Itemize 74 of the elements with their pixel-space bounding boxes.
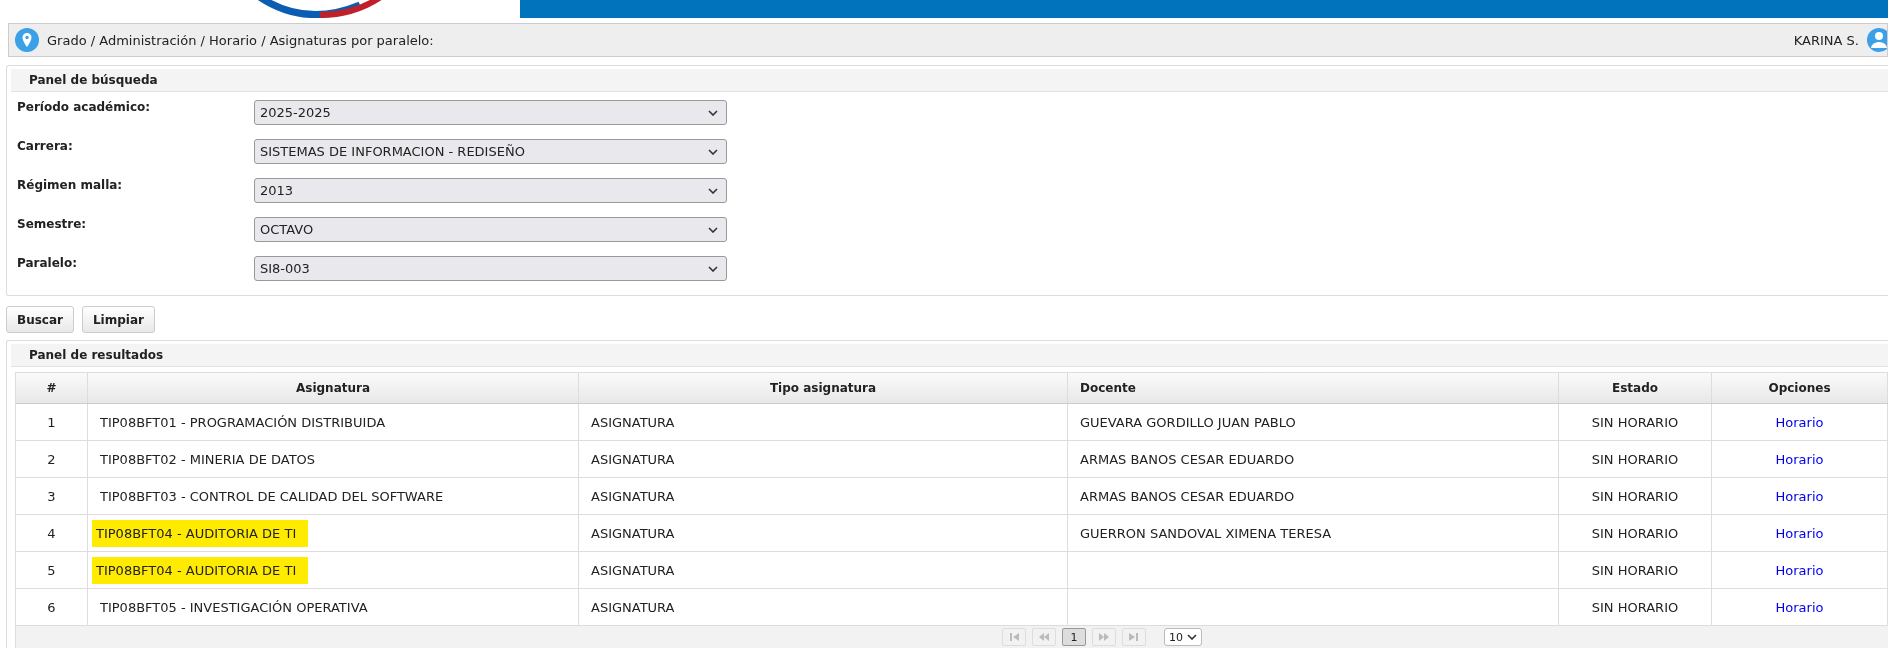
page-button[interactable]: 1 bbox=[1062, 628, 1086, 646]
breadcrumb: Grado / Administración / Horario / Asignaturas por paralelo: bbox=[47, 32, 435, 48]
table-cell: 2 bbox=[16, 441, 88, 477]
table-cell: ARMAS BANOS CESAR EDUARDO bbox=[1068, 441, 1559, 477]
panel-title: Panel de búsqueda bbox=[11, 69, 1888, 92]
table-cell: ASIGNATURA bbox=[579, 404, 1068, 440]
field-label: Carrera: bbox=[16, 139, 74, 153]
first-page-icon bbox=[1009, 633, 1019, 641]
table-cell: SIN HORARIO bbox=[1559, 552, 1712, 588]
schedule-link[interactable]: Horario bbox=[1775, 414, 1824, 430]
table-cell: SIN HORARIO bbox=[1559, 515, 1712, 551]
column-header: Estado bbox=[1559, 373, 1712, 403]
schedule-link[interactable]: Horario bbox=[1775, 451, 1824, 467]
field-label: Semestre: bbox=[16, 217, 88, 231]
table-cell: 3 bbox=[16, 478, 88, 514]
last-page-icon bbox=[1129, 633, 1139, 641]
first-page-button[interactable] bbox=[1002, 628, 1026, 646]
table-cell: ASIGNATURA bbox=[579, 478, 1068, 514]
dropdown-field[interactable]: 2025-2025 bbox=[254, 100, 727, 125]
course-name: TIP08BFT02 - MINERIA DE DATOS bbox=[100, 451, 316, 467]
highlighted-text: TIP08BFT04 - AUDITORIA DE TI bbox=[92, 519, 309, 547]
location-pin-icon bbox=[15, 28, 39, 52]
action-button[interactable]: Buscar bbox=[6, 306, 74, 333]
table-cell: ARMAS BANOS CESAR EDUARDO bbox=[1068, 478, 1559, 514]
chevron-down-icon bbox=[1187, 634, 1197, 640]
action-button[interactable]: Limpiar bbox=[81, 306, 155, 333]
chevron-down-icon bbox=[708, 148, 718, 155]
table-cell: ASIGNATURA bbox=[579, 441, 1068, 477]
schedule-link[interactable]: Horario bbox=[1775, 562, 1824, 578]
field-label: Régimen malla: bbox=[16, 178, 124, 192]
chevron-down-icon bbox=[708, 226, 718, 233]
table-cell: ASIGNATURA bbox=[579, 552, 1068, 588]
table-cell: ASIGNATURA bbox=[579, 515, 1068, 551]
dropdown-field[interactable]: SISTEMAS DE INFORMACION - REDISEÑO bbox=[254, 139, 727, 164]
schedule-link[interactable]: Horario bbox=[1775, 599, 1824, 615]
table-cell: 4 bbox=[16, 515, 88, 551]
course-name: TIP08BFT03 - CONTROL DE CALIDAD DEL SOFTWARE bbox=[100, 488, 444, 504]
chevron-down-icon bbox=[708, 265, 718, 272]
user-name: KARINA S. bbox=[1793, 32, 1859, 48]
page-size-select[interactable]: 10 bbox=[1164, 628, 1202, 646]
table-cell: GUEVARA GORDILLO JUAN PABLO bbox=[1068, 404, 1559, 440]
column-header: # bbox=[16, 373, 88, 403]
table-cell: SIN HORARIO bbox=[1559, 404, 1712, 440]
table-cell: 5 bbox=[16, 552, 88, 588]
column-header: Docente bbox=[1068, 373, 1559, 403]
table-cell: GUERRON SANDOVAL XIMENA TERESA bbox=[1068, 515, 1559, 551]
dropdown-field[interactable]: 2013 bbox=[254, 178, 727, 203]
table-cell: SIN HORARIO bbox=[1559, 478, 1712, 514]
previous-page-icon bbox=[1039, 633, 1049, 641]
next-page-icon bbox=[1099, 633, 1109, 641]
table-cell: 1 bbox=[16, 404, 88, 440]
course-name: TIP08BFT01 - PROGRAMACIÓN DISTRIBUIDA bbox=[100, 414, 386, 430]
chevron-down-icon bbox=[708, 187, 718, 194]
schedule-link[interactable]: Horario bbox=[1775, 488, 1824, 504]
chevron-down-icon bbox=[708, 109, 718, 116]
dropdown-field[interactable]: SI8-003 bbox=[254, 256, 727, 281]
field-label: Período académico: bbox=[16, 100, 152, 114]
schedule-link[interactable]: Horario bbox=[1775, 525, 1824, 541]
panel-title: Panel de resultados bbox=[11, 344, 1888, 367]
previous-page-button[interactable] bbox=[1032, 628, 1056, 646]
user-avatar-icon[interactable] bbox=[1867, 28, 1887, 52]
field-label: Paralelo: bbox=[16, 256, 78, 270]
table-cell: 6 bbox=[16, 589, 88, 625]
last-page-button[interactable] bbox=[1122, 628, 1146, 646]
table-cell: SIN HORARIO bbox=[1559, 589, 1712, 625]
table-cell: SIN HORARIO bbox=[1559, 441, 1712, 477]
column-header: Tipo asignatura bbox=[579, 373, 1068, 403]
course-name: TIP08BFT05 - INVESTIGACIÓN OPERATIVA bbox=[100, 599, 368, 615]
next-page-button[interactable] bbox=[1092, 628, 1116, 646]
table-cell: ASIGNATURA bbox=[579, 589, 1068, 625]
highlighted-text: TIP08BFT04 - AUDITORIA DE TI bbox=[92, 556, 309, 584]
column-header: Opciones bbox=[1712, 373, 1888, 403]
column-header: Asignatura bbox=[88, 373, 579, 403]
dropdown-field[interactable]: OCTAVO bbox=[254, 217, 727, 242]
